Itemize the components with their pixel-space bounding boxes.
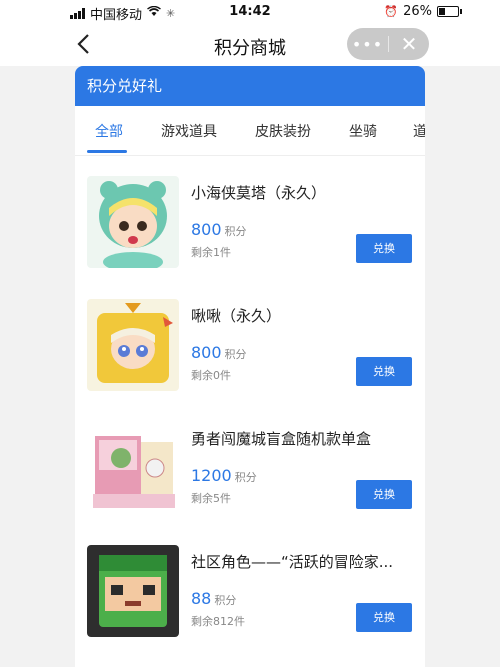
battery-tip — [460, 9, 462, 14]
item-stock: 剩余1件 — [191, 246, 231, 259]
chick-avatar-icon — [87, 299, 179, 391]
points-unit: 积分 — [234, 471, 257, 484]
battery-percent: 26% — [403, 4, 432, 19]
redeem-button[interactable]: 兑换 — [356, 234, 412, 263]
adventurer-avatar-icon — [87, 545, 179, 637]
item-stock: 剩余812件 — [191, 615, 245, 628]
category-tabs: 全部 游戏道具 皮肤装扮 坐骑 道 — [75, 106, 425, 156]
list-item[interactable]: 小海侠莫塔（永久） 800 积分 剩余1件 兑换 — [87, 176, 413, 276]
item-points: 800 积分 — [191, 343, 247, 362]
mermaid-avatar-icon — [87, 176, 179, 268]
battery-icon — [437, 6, 459, 17]
points-unit: 积分 — [214, 594, 237, 607]
points-mall-card: 积分兑好礼 全部 游戏道具 皮肤装扮 坐骑 道 小海侠莫塔（永久） 800积分 … — [75, 66, 425, 667]
tab-all[interactable]: 全部 — [95, 121, 123, 141]
tab-mounts[interactable]: 坐骑 — [349, 121, 377, 141]
points-value: 800 — [191, 220, 222, 239]
item-points: 1200 积分 — [191, 466, 257, 485]
blind-box-icon — [87, 422, 179, 514]
item-points: 800 积分 — [191, 220, 247, 239]
item-name: 小海侠莫塔（永久） — [191, 184, 327, 202]
item-name: 啾啾（永久） — [191, 307, 282, 325]
tab-skins[interactable]: 皮肤装扮 — [255, 121, 311, 141]
points-unit: 积分 — [224, 225, 247, 238]
item-name: 勇者闯魔城盲盒随机款单盒 — [191, 430, 372, 448]
redeem-button[interactable]: 兑换 — [356, 603, 412, 632]
points-value: 1200 — [191, 466, 232, 485]
list-item[interactable]: 社区角色——“活跃的冒险家... 88 积分 剩余812件 兑换 — [87, 545, 413, 645]
redeem-button[interactable]: 兑换 — [356, 480, 412, 509]
status-right: ⏰ 26% — [384, 4, 462, 19]
item-stock: 剩余0件 — [191, 369, 231, 382]
points-value: 88 — [191, 589, 212, 608]
points-value: 800 — [191, 343, 222, 362]
active-tab-indicator — [87, 150, 127, 153]
redeem-button[interactable]: 兑换 — [356, 357, 412, 386]
status-bar: 中国移动 ✳ 14:42 ⏰ 26% — [0, 0, 500, 24]
card-header: 积分兑好礼 — [75, 66, 425, 106]
mini-program-capsule: ••• ✕ — [347, 28, 429, 60]
alarm-icon: ⏰ — [384, 5, 399, 18]
list-item[interactable]: 啾啾（永久） 800 积分 剩余0件 兑换 — [87, 299, 413, 399]
item-points: 88 积分 — [191, 589, 236, 608]
points-unit: 积分 — [224, 348, 247, 361]
close-button[interactable]: ✕ — [389, 32, 429, 56]
nav-bar: 积分商城 ••• ✕ — [0, 24, 500, 66]
more-button[interactable]: ••• — [347, 35, 388, 54]
item-name: 社区角色——“活跃的冒险家... — [191, 553, 394, 571]
item-stock: 剩余5件 — [191, 492, 231, 505]
tab-partial[interactable]: 道 — [413, 121, 425, 141]
list-item[interactable]: 勇者闯魔城盲盒随机款单盒 1200 积分 剩余5件 兑换 — [87, 422, 413, 522]
tab-game-items[interactable]: 游戏道具 — [161, 121, 217, 141]
